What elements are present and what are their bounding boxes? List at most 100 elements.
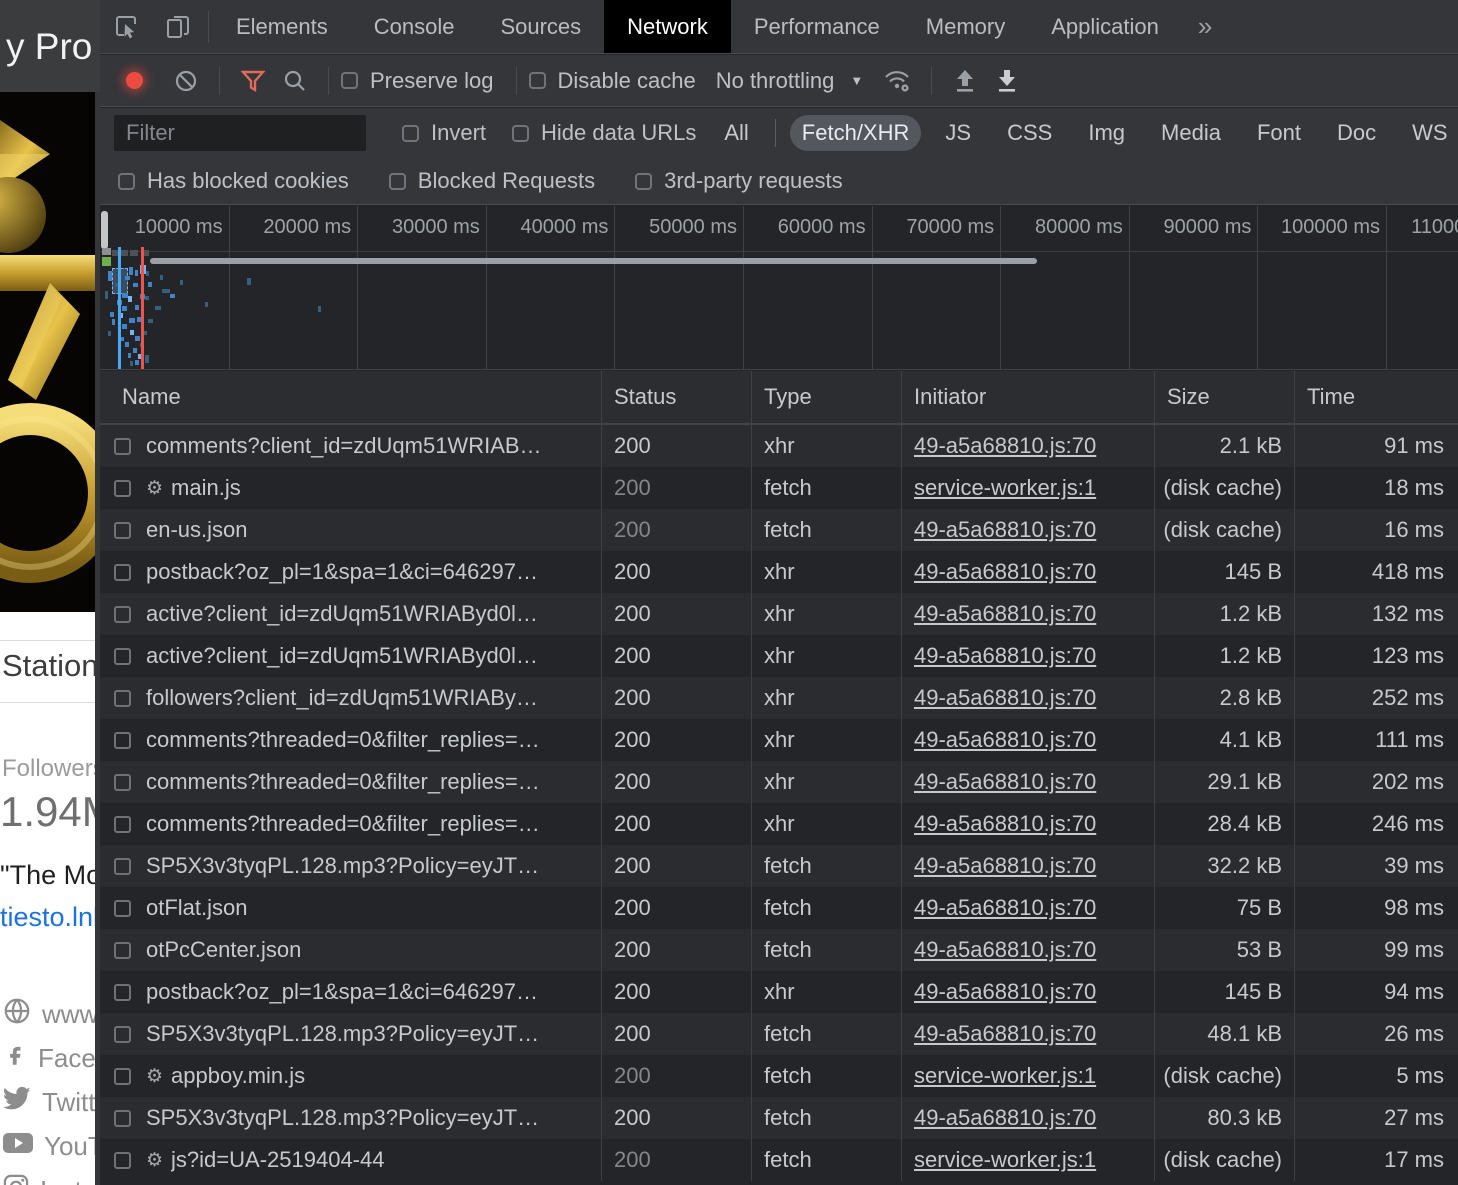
filter-type-font[interactable]: Font xyxy=(1245,115,1313,151)
row-checkbox[interactable] xyxy=(114,522,131,539)
checkbox[interactable] xyxy=(118,173,135,190)
tab-elements[interactable]: Elements xyxy=(213,0,351,53)
initiator-cell[interactable]: 49-a5a68810.js:70 xyxy=(902,593,1155,635)
request-name-cell[interactable]: otPcCenter.json xyxy=(100,929,602,971)
device-toolbar-icon[interactable] xyxy=(152,0,204,53)
tab-network[interactable]: Network xyxy=(604,0,731,53)
row-checkbox[interactable] xyxy=(114,606,131,623)
row-checkbox[interactable] xyxy=(114,564,131,581)
initiator-cell[interactable]: 49-a5a68810.js:70 xyxy=(902,551,1155,593)
invert-checkbox[interactable]: Invert xyxy=(402,120,486,146)
initiator-cell[interactable]: 49-a5a68810.js:70 xyxy=(902,677,1155,719)
column-header-type[interactable]: Type xyxy=(752,371,902,423)
initiator-cell[interactable]: 49-a5a68810.js:70 xyxy=(902,1097,1155,1139)
row-checkbox[interactable] xyxy=(114,732,131,749)
checkbox[interactable] xyxy=(389,173,406,190)
row-checkbox[interactable] xyxy=(114,858,131,875)
initiator-link[interactable]: service-worker.js:1 xyxy=(914,1063,1096,1089)
hide-data-urls-checkbox[interactable]: Hide data URLs xyxy=(512,120,696,146)
social-link[interactable]: Insta xyxy=(2,1168,100,1185)
request-name-cell[interactable]: en-us.json xyxy=(100,509,602,551)
initiator-link[interactable]: 49-a5a68810.js:70 xyxy=(914,979,1096,1005)
row-checkbox[interactable] xyxy=(114,1026,131,1043)
initiator-cell[interactable]: 49-a5a68810.js:70 xyxy=(902,971,1155,1013)
initiator-link[interactable]: 49-a5a68810.js:70 xyxy=(914,685,1096,711)
request-name-cell[interactable]: SP5X3v3tyqPL.128.mp3?Policy=eyJT… xyxy=(100,1097,602,1139)
initiator-cell[interactable]: 49-a5a68810.js:70 xyxy=(902,719,1155,761)
initiator-cell[interactable]: service-worker.js:1 xyxy=(902,1055,1155,1097)
table-row[interactable]: otPcCenter.json200fetch49-a5a68810.js:70… xyxy=(100,929,1458,971)
filter-type-img[interactable]: Img xyxy=(1076,115,1137,151)
request-name-cell[interactable]: active?client_id=zdUqm51WRIAByd0l… xyxy=(100,593,602,635)
request-name-cell[interactable]: comments?threaded=0&filter_replies=… xyxy=(100,719,602,761)
table-row[interactable]: ⚙js?id=UA-2519404-44200fetchservice-work… xyxy=(100,1139,1458,1181)
table-row[interactable]: comments?threaded=0&filter_replies=…200x… xyxy=(100,719,1458,761)
request-name-cell[interactable]: postback?oz_pl=1&spa=1&ci=646297… xyxy=(100,551,602,593)
filter-type-doc[interactable]: Doc xyxy=(1325,115,1388,151)
initiator-link[interactable]: service-worker.js:1 xyxy=(914,1147,1096,1173)
row-checkbox[interactable] xyxy=(114,480,131,497)
table-row[interactable]: SP5X3v3tyqPL.128.mp3?Policy=eyJT…200fetc… xyxy=(100,1097,1458,1139)
table-row[interactable]: SP5X3v3tyqPL.128.mp3?Policy=eyJT…200fetc… xyxy=(100,845,1458,887)
initiator-cell[interactable]: service-worker.js:1 xyxy=(902,467,1155,509)
filter-input[interactable] xyxy=(114,115,366,151)
initiator-link[interactable]: 49-a5a68810.js:70 xyxy=(914,1021,1096,1047)
table-row[interactable]: active?client_id=zdUqm51WRIAByd0l…200xhr… xyxy=(100,635,1458,677)
request-name-cell[interactable]: comments?threaded=0&filter_replies=… xyxy=(100,761,602,803)
request-name-cell[interactable]: comments?threaded=0&filter_replies=… xyxy=(100,803,602,845)
table-row[interactable]: SP5X3v3tyqPL.128.mp3?Policy=eyJT…200fetc… xyxy=(100,1013,1458,1055)
social-link[interactable]: Twitte xyxy=(2,1080,100,1124)
initiator-link[interactable]: 49-a5a68810.js:70 xyxy=(914,853,1096,879)
column-header-time[interactable]: Time xyxy=(1295,371,1458,423)
more-tabs-button[interactable]: » xyxy=(1182,0,1228,53)
initiator-cell[interactable]: 49-a5a68810.js:70 xyxy=(902,803,1155,845)
request-name-cell[interactable]: SP5X3v3tyqPL.128.mp3?Policy=eyJT… xyxy=(100,845,602,887)
network-conditions-icon[interactable] xyxy=(877,61,919,101)
initiator-link[interactable]: 49-a5a68810.js:70 xyxy=(914,937,1096,963)
initiator-link[interactable]: 49-a5a68810.js:70 xyxy=(914,769,1096,795)
initiator-cell[interactable]: service-worker.js:1 xyxy=(902,1139,1155,1181)
table-row[interactable]: en-us.json200fetch49-a5a68810.js:70(disk… xyxy=(100,509,1458,551)
request-name-cell[interactable]: active?client_id=zdUqm51WRIAByd0l… xyxy=(100,635,602,677)
filter-icon[interactable] xyxy=(232,61,274,101)
initiator-cell[interactable]: 49-a5a68810.js:70 xyxy=(902,509,1155,551)
request-name-cell[interactable]: postback?oz_pl=1&spa=1&ci=646297… xyxy=(100,971,602,1013)
initiator-cell[interactable]: 49-a5a68810.js:70 xyxy=(902,761,1155,803)
initiator-link[interactable]: 49-a5a68810.js:70 xyxy=(914,727,1096,753)
tab-performance[interactable]: Performance xyxy=(731,0,903,53)
table-row[interactable]: comments?client_id=zdUqm51WRIAB…200xhr49… xyxy=(100,425,1458,467)
request-name-cell[interactable]: ⚙js?id=UA-2519404-44 xyxy=(100,1139,602,1181)
tab-console[interactable]: Console xyxy=(351,0,478,53)
row-checkbox[interactable] xyxy=(114,774,131,791)
filter-type-css[interactable]: CSS xyxy=(995,115,1064,151)
column-header-status[interactable]: Status xyxy=(602,371,752,423)
checkbox[interactable] xyxy=(512,125,529,142)
table-row[interactable]: otFlat.json200fetch49-a5a68810.js:7075 B… xyxy=(100,887,1458,929)
row-checkbox[interactable] xyxy=(114,690,131,707)
initiator-cell[interactable]: 49-a5a68810.js:70 xyxy=(902,929,1155,971)
search-icon[interactable] xyxy=(274,61,316,101)
filter-type-all[interactable]: All xyxy=(712,115,760,151)
request-name-cell[interactable]: otFlat.json xyxy=(100,887,602,929)
request-name-cell[interactable]: SP5X3v3tyqPL.128.mp3?Policy=eyJT… xyxy=(100,1013,602,1055)
tab-sources[interactable]: Sources xyxy=(477,0,604,53)
initiator-link[interactable]: 49-a5a68810.js:70 xyxy=(914,643,1096,669)
disable-cache-checkbox[interactable]: Disable cache xyxy=(529,68,696,94)
checkbox[interactable] xyxy=(402,125,419,142)
initiator-link[interactable]: 49-a5a68810.js:70 xyxy=(914,559,1096,585)
row-checkbox[interactable] xyxy=(114,1068,131,1085)
column-header-initiator[interactable]: Initiator xyxy=(902,371,1155,423)
table-row[interactable]: postback?oz_pl=1&spa=1&ci=646297…200xhr4… xyxy=(100,971,1458,1013)
filter-type-js[interactable]: JS xyxy=(933,115,983,151)
record-network-log-button[interactable] xyxy=(126,72,143,89)
row-checkbox[interactable] xyxy=(114,984,131,1001)
tab-memory[interactable]: Memory xyxy=(903,0,1028,53)
tab-application[interactable]: Application xyxy=(1028,0,1182,53)
blocked-requests-checkbox[interactable]: Blocked Requests xyxy=(389,168,595,194)
column-header-size[interactable]: Size xyxy=(1155,371,1295,423)
table-row[interactable]: postback?oz_pl=1&spa=1&ci=646297…200xhr4… xyxy=(100,551,1458,593)
initiator-link[interactable]: 49-a5a68810.js:70 xyxy=(914,601,1096,627)
request-name-cell[interactable]: ⚙main.js xyxy=(100,467,602,509)
request-name-cell[interactable]: ⚙appboy.min.js xyxy=(100,1055,602,1097)
initiator-cell[interactable]: 49-a5a68810.js:70 xyxy=(902,425,1155,467)
